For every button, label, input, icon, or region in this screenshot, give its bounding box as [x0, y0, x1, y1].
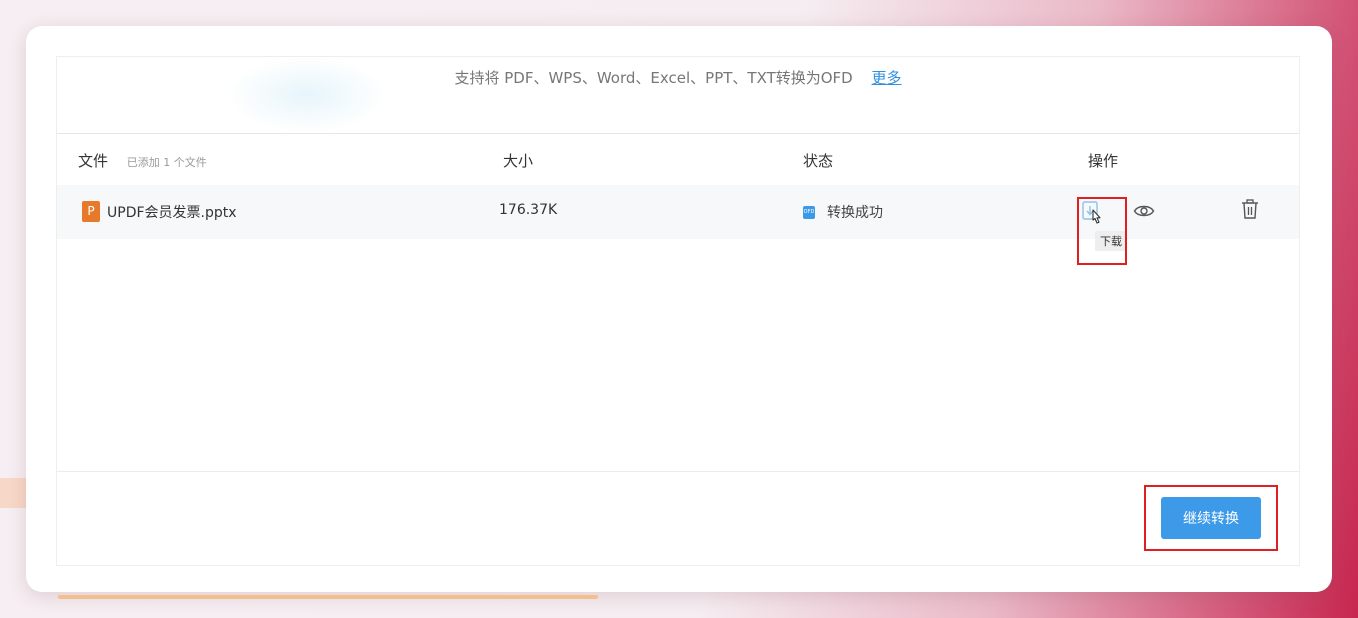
conversion-status: 转换成功	[827, 205, 883, 221]
table-header: 文件 已添加 1 个文件 大小 状态 操作	[57, 134, 1299, 184]
file-name: UPDF会员发票.pptx	[107, 205, 237, 221]
more-link[interactable]: 更多	[872, 69, 902, 87]
ofd-status-icon: OFD	[803, 206, 815, 219]
highlight-box-continue	[1144, 485, 1278, 551]
column-header-size: 大小	[503, 152, 534, 170]
supported-formats-text: 支持将 PDF、WPS、Word、Excel、PPT、TXT转换为OFD	[454, 69, 853, 87]
file-count-label: 已添加 1 个文件	[126, 156, 207, 169]
file-size: 176.37K	[499, 202, 558, 218]
preview-button[interactable]	[1133, 202, 1155, 220]
column-header-status: 状态	[803, 152, 834, 170]
pptx-file-icon: P	[82, 201, 100, 222]
highlight-box-download	[1077, 197, 1127, 265]
eye-icon	[1133, 205, 1155, 217]
converter-panel: 支持将 PDF、WPS、Word、Excel、PPT、TXT转换为OFD 更多 …	[56, 56, 1300, 566]
column-header-actions: 操作	[1088, 152, 1119, 170]
column-header-file-label: 文件	[78, 152, 109, 170]
progress-bar	[58, 595, 598, 599]
supported-formats-banner: 支持将 PDF、WPS、Word、Excel、PPT、TXT转换为OFD 更多	[57, 67, 1299, 88]
footer-divider	[57, 471, 1299, 472]
delete-button[interactable]	[1240, 198, 1260, 220]
column-header-file: 文件 已添加 1 个文件	[78, 150, 207, 171]
converter-card: 支持将 PDF、WPS、Word、Excel、PPT、TXT转换为OFD 更多 …	[26, 26, 1332, 592]
trash-icon	[1242, 199, 1258, 219]
